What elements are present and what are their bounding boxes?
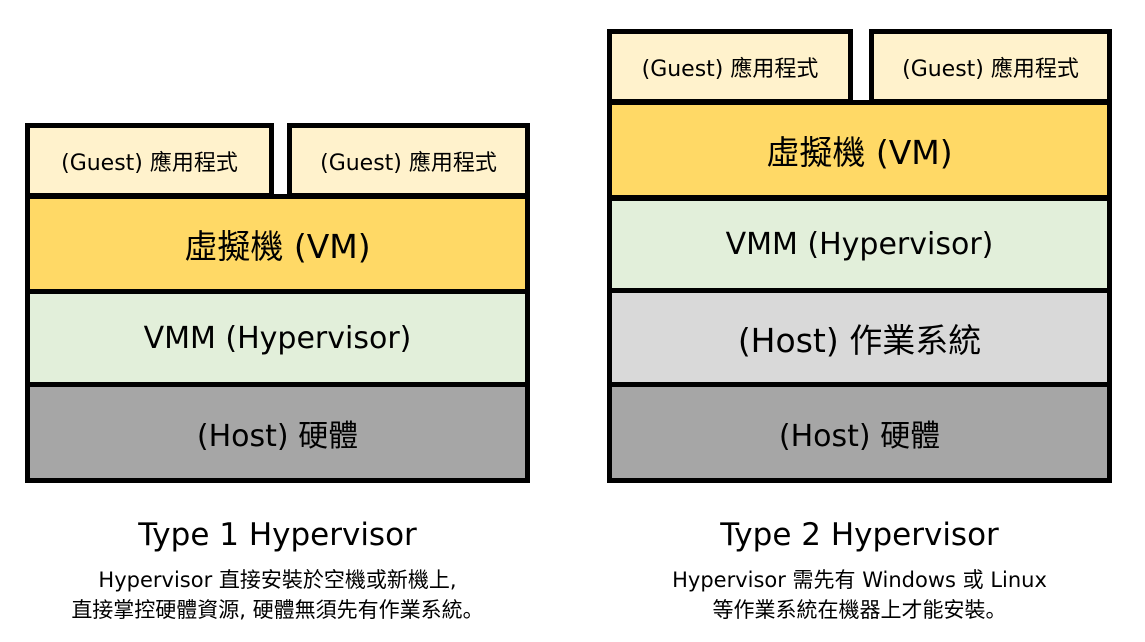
type2-os-layer: (Host) 作業系統 [607,288,1112,387]
type1-vm-layer: 虛擬機 (VM) [25,194,530,294]
type2-description-line2: 等作業系統在機器上才能安裝。 [712,598,1007,622]
type1-vm-label: 虛擬機 (VM) [184,227,371,266]
type2-hardware-label: (Host) 硬體 [778,418,941,454]
type1-hardware-layer: (Host) 硬體 [25,382,530,483]
type1-description-line2: 直接掌控硬體資源, 硬體無須先有作業系統。 [71,598,484,622]
type2-guest-app-left-label: (Guest) 應用程式 [641,56,819,82]
type1-vmm-label: VMM (Hypervisor) [143,320,412,356]
type2-vm-layer: 虛擬機 (VM) [607,100,1112,200]
type1-guest-app-left: (Guest) 應用程式 [25,123,274,198]
type1-description-line1: Hypervisor 直接安裝於空機或新機上, [98,568,457,592]
type2-vm-label: 虛擬機 (VM) [766,133,953,172]
type2-hardware-layer: (Host) 硬體 [607,382,1112,483]
type2-title: Type 2 Hypervisor [720,517,999,553]
type2-vmm-layer: VMM (Hypervisor) [607,196,1112,293]
type2-guest-app-left: (Guest) 應用程式 [607,29,853,104]
type1-title: Type 1 Hypervisor [138,517,417,553]
type2-guest-app-right: (Guest) 應用程式 [869,29,1112,104]
type1-hardware-label: (Host) 硬體 [196,418,359,454]
type2-vmm-label: VMM (Hypervisor) [725,227,994,262]
type1-description: Hypervisor 直接安裝於空機或新機上, 直接掌控硬體資源, 硬體無須先有… [0,565,555,625]
type1-guest-app-right: (Guest) 應用程式 [287,123,530,198]
type1-guest-app-right-label: (Guest) 應用程式 [320,150,497,176]
type2-description-line1: Hypervisor 需先有 Windows 或 Linux [672,568,1047,592]
type2-description: Hypervisor 需先有 Windows 或 Linux 等作業系統在機器上… [582,565,1137,625]
type1-vmm-layer: VMM (Hypervisor) [25,289,530,387]
type2-os-label: (Host) 作業系統 [737,320,982,360]
type1-guest-app-left-label: (Guest) 應用程式 [61,150,238,176]
type2-guest-app-right-label: (Guest) 應用程式 [902,56,1079,82]
